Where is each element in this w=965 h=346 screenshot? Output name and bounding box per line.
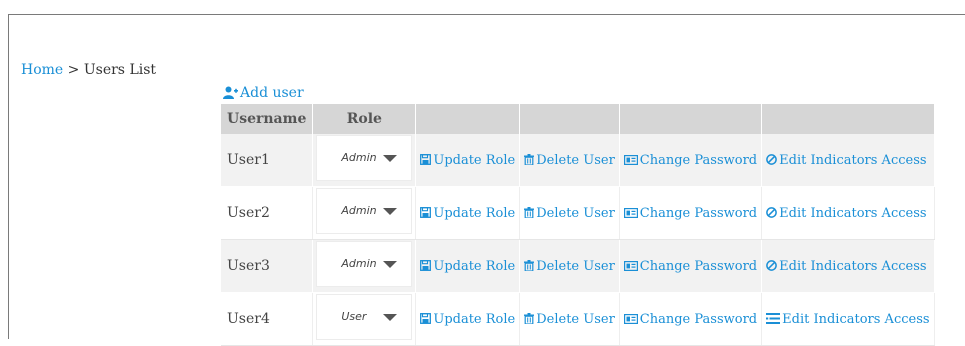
trash-icon	[524, 259, 535, 272]
change-password-link[interactable]: Change Password	[619, 292, 763, 346]
delete-user-label: Delete User	[536, 258, 615, 274]
change-password-label: Change Password	[639, 152, 758, 168]
add-user-button[interactable]: Add user	[223, 85, 304, 101]
table-row: User2 Admin Update Role Delete User Change P…	[221, 186, 935, 240]
update-role-label: Update Role	[433, 152, 516, 168]
trash-icon	[524, 206, 535, 219]
username-cell: User1	[221, 134, 314, 187]
edit-access-label: Edit Indicators Access	[779, 152, 927, 168]
role-cell: User	[312, 292, 417, 346]
delete-user-label: Delete User	[536, 311, 615, 327]
breadcrumb-current: Users List	[83, 62, 157, 78]
users-table: Username Role User1 Admin Update Role Delet…	[221, 104, 935, 346]
change-password-link[interactable]: Change Password	[619, 134, 763, 187]
update-role-link[interactable]: Update Role	[415, 239, 521, 293]
user-plus-icon	[223, 86, 238, 99]
role-select[interactable]: Admin	[317, 136, 412, 180]
id-card-icon	[623, 260, 638, 271]
update-role-label: Update Role	[433, 258, 516, 274]
header-update	[415, 104, 521, 134]
edit-indicators-access-link[interactable]: Edit Indicators Access	[761, 134, 935, 187]
header-access	[761, 104, 935, 134]
role-value: Admin	[341, 151, 377, 164]
breadcrumb-home-link[interactable]: Home	[21, 62, 63, 78]
header-password	[619, 104, 763, 134]
trash-icon	[524, 312, 535, 325]
breadcrumb-separator: >	[63, 62, 84, 78]
username: User4	[227, 311, 270, 327]
update-role-link[interactable]: Update Role	[415, 292, 521, 346]
ban-icon	[766, 259, 777, 271]
edit-access-label: Edit Indicators Access	[779, 258, 927, 274]
save-icon	[420, 206, 432, 218]
username: User1	[227, 152, 270, 168]
header-delete	[519, 104, 620, 134]
ban-icon	[766, 153, 777, 165]
id-card-icon	[623, 154, 638, 165]
table-row: User4 User Update Role Delete User Change Pa…	[221, 292, 935, 346]
role-select[interactable]: User	[317, 295, 412, 339]
save-icon	[420, 153, 432, 165]
delete-user-label: Delete User	[536, 152, 615, 168]
save-icon	[420, 312, 432, 324]
id-card-icon	[623, 313, 638, 324]
chevron-down-icon	[383, 314, 398, 321]
username: User2	[227, 205, 270, 221]
edit-indicators-access-link[interactable]: Edit Indicators Access	[761, 292, 935, 346]
header-role: Role	[312, 104, 417, 134]
delete-user-label: Delete User	[536, 205, 615, 221]
delete-user-link[interactable]: Delete User	[519, 292, 620, 346]
edit-indicators-access-link[interactable]: Edit Indicators Access	[761, 186, 935, 240]
role-value: User	[341, 310, 367, 323]
chevron-down-icon	[383, 155, 398, 162]
change-password-link[interactable]: Change Password	[619, 239, 763, 293]
update-role-link[interactable]: Update Role	[415, 186, 521, 240]
ban-icon	[766, 206, 777, 218]
update-role-label: Update Role	[433, 205, 516, 221]
chevron-down-icon	[383, 261, 398, 268]
edit-access-label: Edit Indicators Access	[782, 311, 930, 327]
id-card-icon	[623, 207, 638, 218]
username-cell: User2	[221, 186, 314, 240]
save-icon	[420, 259, 432, 271]
header-username: Username	[221, 104, 314, 134]
role-select[interactable]: Admin	[317, 242, 412, 286]
change-password-label: Change Password	[639, 205, 758, 221]
table-row: User3 Admin Update Role Delete User Change P…	[221, 239, 935, 293]
table-row: User1 Admin Update Role Delete User Change P…	[221, 134, 935, 187]
role-cell: Admin	[312, 186, 417, 240]
username-cell: User3	[221, 239, 314, 293]
role-value: Admin	[341, 257, 377, 270]
username: User3	[227, 258, 270, 274]
role-select[interactable]: Admin	[317, 189, 412, 233]
delete-user-link[interactable]: Delete User	[519, 134, 620, 187]
update-role-label: Update Role	[433, 311, 516, 327]
breadcrumb: Home > Users List	[21, 62, 156, 78]
delete-user-link[interactable]: Delete User	[519, 186, 620, 240]
role-value: Admin	[341, 204, 377, 217]
table-header-row: Username Role	[221, 104, 935, 134]
change-password-label: Change Password	[639, 258, 758, 274]
edit-indicators-access-link[interactable]: Edit Indicators Access	[761, 239, 935, 293]
delete-user-link[interactable]: Delete User	[519, 239, 620, 293]
chevron-down-icon	[383, 208, 398, 215]
change-password-link[interactable]: Change Password	[619, 186, 763, 240]
change-password-label: Change Password	[639, 311, 758, 327]
list-icon	[766, 312, 781, 324]
trash-icon	[524, 153, 535, 166]
add-user-label: Add user	[240, 85, 304, 101]
username-cell: User4	[221, 292, 314, 346]
role-cell: Admin	[312, 134, 417, 187]
edit-access-label: Edit Indicators Access	[779, 205, 927, 221]
update-role-link[interactable]: Update Role	[415, 134, 521, 187]
role-cell: Admin	[312, 239, 417, 293]
